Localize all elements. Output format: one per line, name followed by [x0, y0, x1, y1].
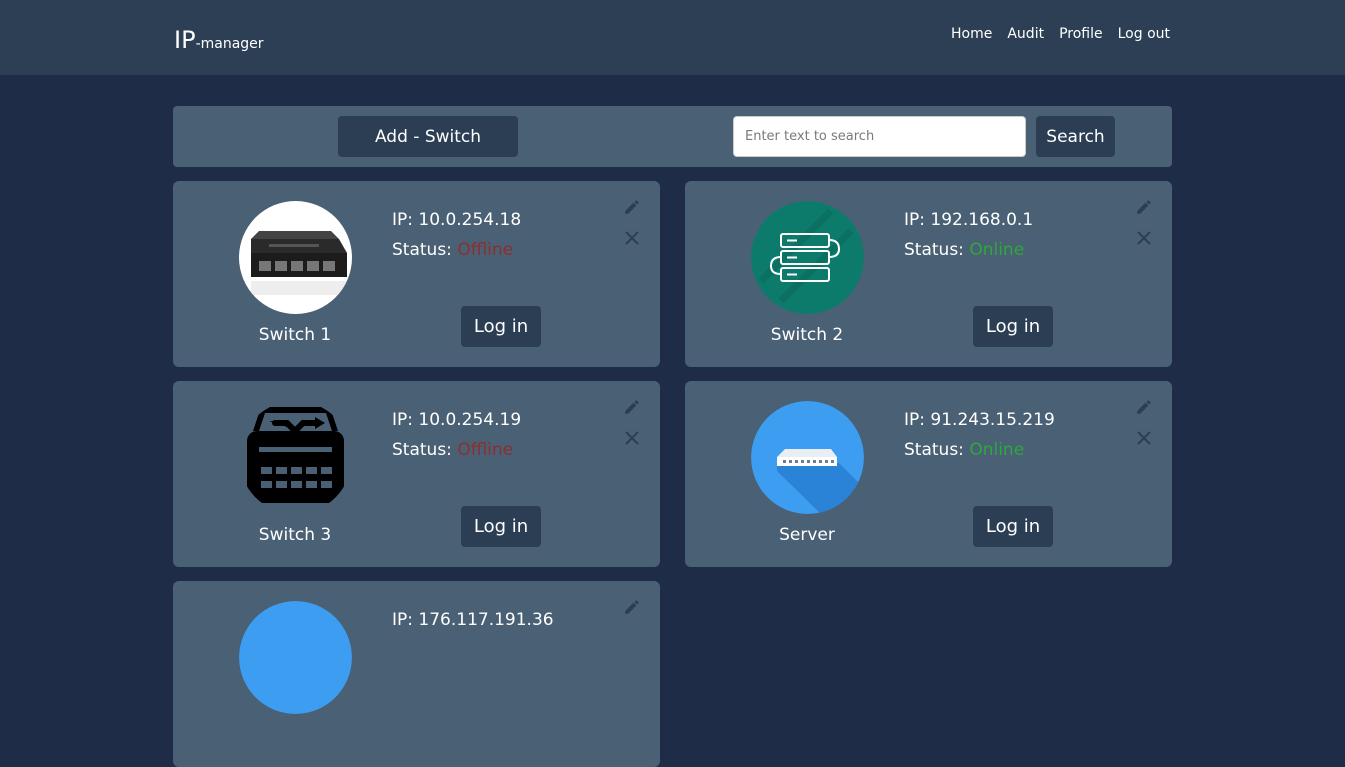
status-label: Status:	[392, 240, 458, 260]
device-name: Switch 2	[770, 325, 844, 345]
blue-circle-icon	[239, 601, 352, 714]
status-line: Status: Online	[904, 235, 1033, 265]
ip-value: 10.0.254.19	[418, 410, 522, 430]
close-icon[interactable]	[624, 430, 640, 446]
device-info: IP: 10.0.254.19 Status: Offline	[392, 405, 521, 465]
nav-logout[interactable]: Log out	[1118, 24, 1170, 44]
nav-audit[interactable]: Audit	[1007, 24, 1044, 44]
network-switch-icon	[239, 401, 352, 514]
status-label: Status:	[392, 440, 458, 460]
device-name: Switch 3	[258, 525, 332, 545]
edit-pencil-icon[interactable]	[1135, 198, 1153, 216]
ip-label: IP:	[904, 210, 931, 230]
device-info: IP: 192.168.0.1 Status: Online	[904, 205, 1033, 265]
ip-label: IP:	[392, 410, 419, 430]
status-value: Offline	[457, 240, 514, 260]
ip-value: 91.243.15.219	[930, 410, 1055, 430]
device-card: Switch 3 IP: 10.0.254.19 Status: Offline…	[173, 381, 660, 567]
brand-logo[interactable]: IP-manager	[174, 25, 264, 59]
toolbar: Add - Switch Search	[173, 106, 1172, 167]
device-info: IP: 176.117.191.36	[392, 605, 554, 635]
edit-pencil-icon[interactable]	[623, 598, 641, 616]
device-card: Switch 1 IP: 10.0.254.18 Status: Offline…	[173, 181, 660, 367]
login-button[interactable]: Log in	[973, 306, 1053, 347]
status-label: Status:	[904, 440, 970, 460]
close-icon[interactable]	[624, 230, 640, 246]
close-icon[interactable]	[1136, 430, 1152, 446]
status-value: Offline	[457, 440, 514, 460]
ip-line: IP: 192.168.0.1	[904, 205, 1033, 235]
edit-pencil-icon[interactable]	[623, 398, 641, 416]
navbar: IP-manager Home Audit Profile Log out	[0, 0, 1345, 75]
status-value: Online	[969, 240, 1025, 260]
ip-label: IP:	[392, 610, 419, 630]
edit-pencil-icon[interactable]	[1135, 398, 1153, 416]
close-icon[interactable]	[1136, 230, 1152, 246]
server-rack-icon	[751, 201, 864, 314]
brand-sub: -manager	[195, 36, 264, 52]
status-line: Status: Offline	[392, 435, 521, 465]
ip-value: 176.117.191.36	[418, 610, 554, 630]
status-label: Status:	[904, 240, 970, 260]
ip-line: IP: 10.0.254.18	[392, 205, 521, 235]
ip-line: IP: 176.117.191.36	[392, 605, 554, 635]
brand-main: IP	[174, 26, 196, 54]
ip-label: IP:	[904, 410, 931, 430]
status-value: Online	[969, 440, 1025, 460]
device-name: Switch 1	[258, 325, 332, 345]
search-input[interactable]	[733, 116, 1026, 157]
status-line: Status: Online	[904, 435, 1055, 465]
login-button[interactable]: Log in	[973, 506, 1053, 547]
device-card: Switch 2 IP: 192.168.0.1 Status: Online …	[685, 181, 1172, 367]
ip-value: 10.0.254.18	[418, 210, 522, 230]
ip-line: IP: 91.243.15.219	[904, 405, 1055, 435]
device-card: Server IP: 91.243.15.219 Status: Online …	[685, 381, 1172, 567]
login-button[interactable]: Log in	[461, 506, 541, 547]
ip-value: 192.168.0.1	[930, 210, 1034, 230]
nav-profile[interactable]: Profile	[1059, 24, 1103, 44]
ip-label: IP:	[392, 210, 419, 230]
nav-home[interactable]: Home	[951, 24, 992, 44]
ip-line: IP: 10.0.254.19	[392, 405, 521, 435]
edit-pencil-icon[interactable]	[623, 198, 641, 216]
status-line: Status: Offline	[392, 235, 521, 265]
device-info: IP: 10.0.254.18 Status: Offline	[392, 205, 521, 265]
login-button[interactable]: Log in	[461, 306, 541, 347]
add-switch-button[interactable]: Add - Switch	[338, 116, 518, 157]
nav-links: Home Audit Profile Log out	[951, 24, 1170, 44]
router-flat-icon	[751, 401, 864, 514]
dlink-switch-photo-icon	[239, 201, 352, 314]
device-name: Server	[779, 525, 835, 545]
device-info: IP: 91.243.15.219 Status: Online	[904, 405, 1055, 465]
device-card: IP: 176.117.191.36	[173, 581, 660, 767]
search-button[interactable]: Search	[1036, 116, 1115, 157]
